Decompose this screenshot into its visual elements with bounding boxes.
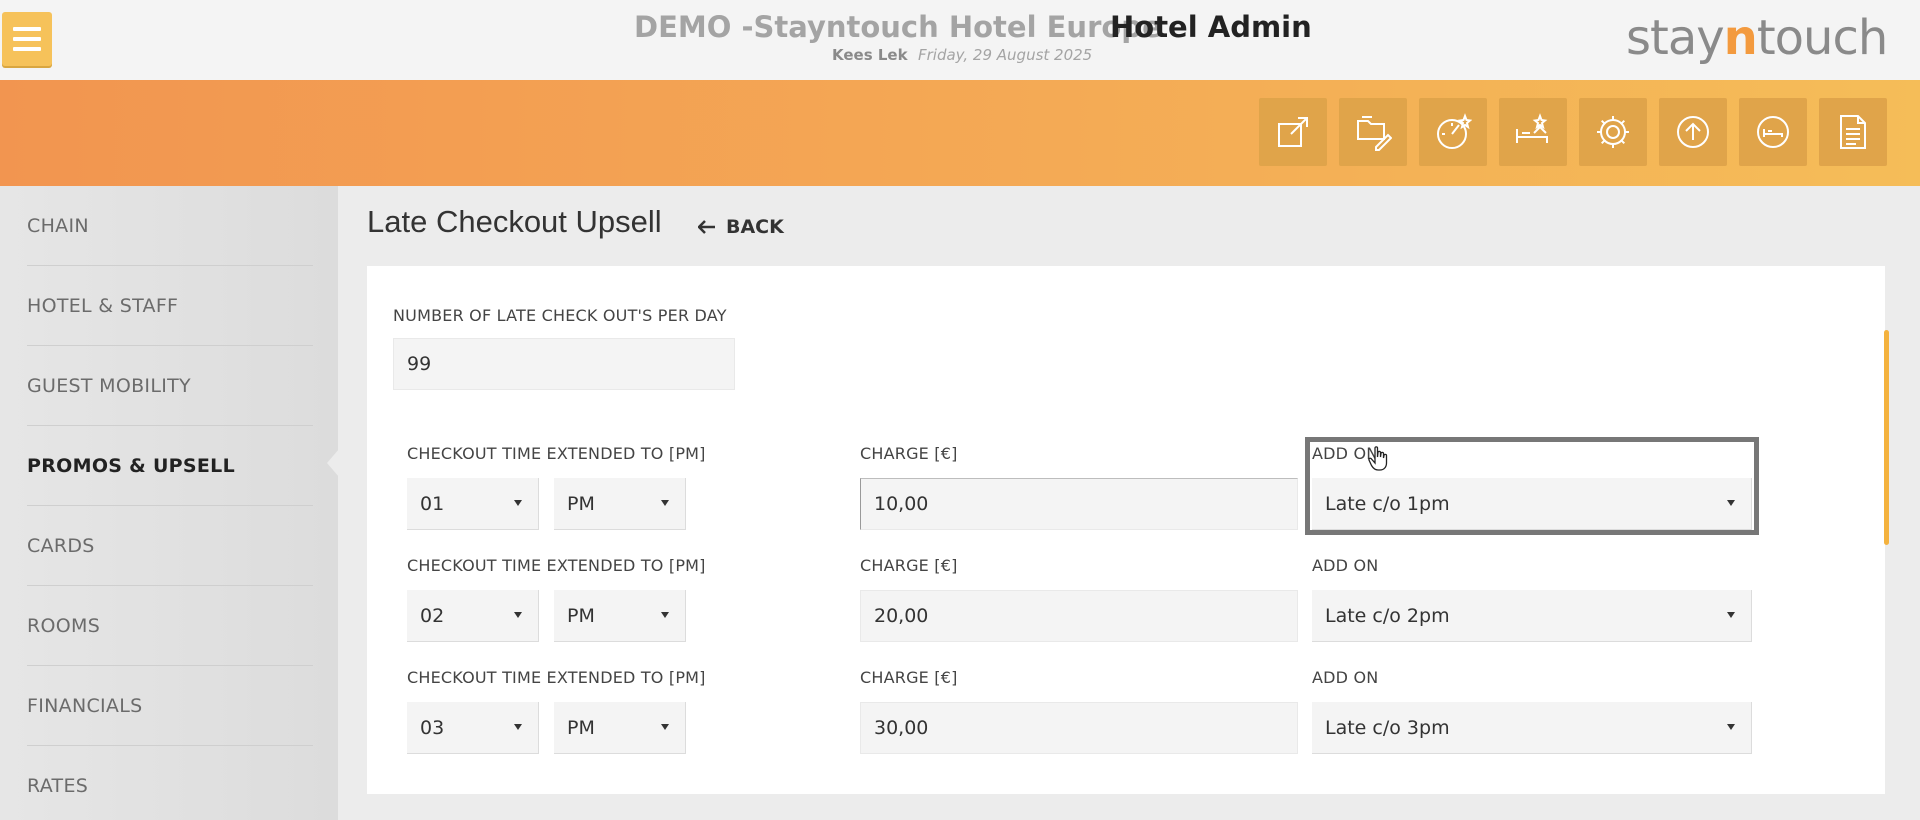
upload-button[interactable] [1659, 98, 1727, 166]
sidebar-item-rates[interactable]: RATES [27, 746, 313, 820]
sidebar-item-financials[interactable]: FINANCIALS [27, 666, 313, 746]
external-link-icon [1278, 117, 1308, 147]
guest-icon [1757, 116, 1789, 148]
folder-edit-icon [1357, 116, 1392, 151]
dashboard-star-icon [1437, 113, 1472, 149]
hour-select[interactable]: 01 [407, 478, 539, 530]
gear-icon [1597, 116, 1629, 148]
charge-input[interactable]: 10,00 [860, 478, 1298, 530]
per-day-input[interactable]: 99 [393, 338, 735, 390]
page-title: Late Checkout Upsell [367, 204, 662, 239]
back-label: BACK [726, 216, 784, 238]
checkout-time-label: CHECKOUT TIME EXTENDED TO [PM] [407, 556, 706, 575]
hour-value: 03 [420, 716, 445, 739]
active-pointer [327, 449, 339, 477]
caret-down-icon [1727, 612, 1735, 618]
caret-down-icon [661, 612, 669, 618]
caret-down-icon [661, 500, 669, 506]
addon-label: ADD ON [1312, 556, 1379, 575]
scrollbar[interactable] [1884, 330, 1889, 545]
menu-bar [13, 37, 41, 41]
sidebar-item-rooms[interactable]: ROOMS [27, 586, 313, 666]
per-day-label: NUMBER OF LATE CHECK OUT'S PER DAY [393, 306, 727, 325]
admin-title: Hotel Admin [1110, 10, 1312, 44]
addon-label: ADD ON [1312, 668, 1379, 687]
logo-accent: n [1723, 10, 1758, 66]
ampm-select[interactable]: PM [554, 590, 686, 642]
ampm-value: PM [567, 492, 595, 515]
current-date: Friday, 29 August 2025 [918, 46, 1093, 64]
caret-down-icon [514, 500, 522, 506]
ampm-select[interactable]: PM [554, 478, 686, 530]
hotel-title: DEMO -Stayntouch Hotel Europe [634, 10, 1162, 44]
ampm-select[interactable]: PM [554, 702, 686, 754]
checkout-time-label: CHECKOUT TIME EXTENDED TO [PM] [407, 444, 706, 463]
charge-label: CHARGE [€] [860, 668, 958, 687]
caret-down-icon [1727, 724, 1735, 730]
hamburger-menu-button[interactable] [2, 12, 52, 66]
arrow-left-icon [698, 220, 715, 234]
toolbar-band [0, 80, 1920, 186]
addon-value: Late c/o 2pm [1325, 604, 1450, 627]
hour-value: 02 [420, 604, 445, 627]
back-button[interactable]: BACK [698, 216, 784, 238]
user-name: Kees Lek [832, 46, 908, 64]
sidebar-item-cards[interactable]: CARDS [27, 506, 313, 586]
charge-label: CHARGE [€] [860, 556, 958, 575]
caret-down-icon [661, 724, 669, 730]
charge-input[interactable]: 20,00 [860, 590, 1298, 642]
logo-part: stay [1626, 10, 1725, 66]
guest-button[interactable] [1739, 98, 1807, 166]
sidebar-item-guest-mobility[interactable]: GUEST MOBILITY [27, 346, 313, 426]
addon-value: Late c/o 3pm [1325, 716, 1450, 739]
menu-bar [13, 27, 41, 31]
ampm-value: PM [567, 604, 595, 627]
hour-value: 01 [420, 492, 445, 515]
external-link-button[interactable] [1259, 98, 1327, 166]
charge-input[interactable]: 30,00 [860, 702, 1298, 754]
report-button[interactable] [1819, 98, 1887, 166]
top-header: DEMO -Stayntouch Hotel Europe Hotel Admi… [0, 0, 1920, 80]
folder-edit-button[interactable] [1339, 98, 1407, 166]
hand-cursor-icon [1368, 446, 1388, 471]
logo-part: touch [1756, 10, 1888, 66]
sidebar-item-hotel-staff[interactable]: HOTEL & STAFF [27, 266, 313, 346]
caret-down-icon [514, 612, 522, 618]
addon-select[interactable]: Late c/o 2pm [1312, 590, 1752, 642]
caret-down-icon [514, 724, 522, 730]
main-header: Late Checkout Upsell BACK [338, 186, 1920, 266]
settings-button[interactable] [1579, 98, 1647, 166]
menu-bar [13, 47, 41, 51]
dashboard-star-button[interactable] [1419, 98, 1487, 166]
upload-circle-icon [1677, 116, 1709, 148]
sidebar-item-chain[interactable]: CHAIN [27, 186, 313, 266]
hour-select[interactable]: 03 [407, 702, 539, 754]
housekeeping-button[interactable] [1499, 98, 1567, 166]
sidebar-item-promos-upsell[interactable]: PROMOS & UPSELL [27, 426, 313, 506]
addon-select[interactable]: Late c/o 3pm [1312, 702, 1752, 754]
document-icon [1840, 115, 1866, 149]
sidebar: CHAIN HOTEL & STAFF GUEST MOBILITY PROMO… [0, 186, 338, 820]
stayntouch-logo: stayntouch [1626, 10, 1888, 66]
hour-select[interactable]: 02 [407, 590, 539, 642]
charge-label: CHARGE [€] [860, 444, 958, 463]
checkout-time-label: CHECKOUT TIME EXTENDED TO [PM] [407, 668, 706, 687]
bed-star-icon [1516, 113, 1548, 143]
ampm-value: PM [567, 716, 595, 739]
